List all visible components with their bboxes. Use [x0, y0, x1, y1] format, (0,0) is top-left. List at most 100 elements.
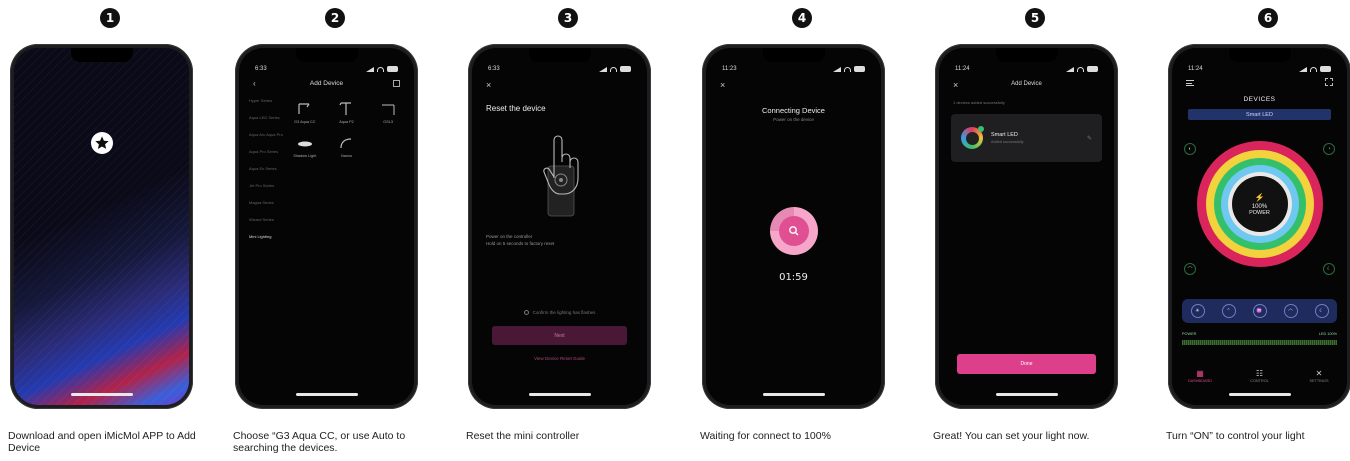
device-card[interactable]: Smart LED Added successfully ✎	[951, 114, 1102, 162]
nav-settings[interactable]: ✕ SETTINGS	[1301, 369, 1337, 383]
battery-icon	[1087, 66, 1098, 72]
done-button[interactable]: Done	[957, 354, 1096, 374]
scan-icon[interactable]	[393, 80, 400, 87]
phone-frame: 11:24 × Add Device 1 devices added succe…	[935, 44, 1118, 409]
coral-mode-icon[interactable]: ♒	[1252, 304, 1267, 318]
radio-circle-icon[interactable]	[523, 310, 529, 315]
signal-icon	[833, 66, 841, 72]
wifi-icon	[1077, 66, 1084, 72]
sun-mode-icon[interactable]: ☀	[1190, 304, 1205, 318]
caption-text: Great! You can set your light now.	[933, 430, 1090, 442]
device-selector[interactable]: Smart LED	[1188, 109, 1331, 120]
dashboard-screen: 11:24 DEVICES Smart LED ◐ ◔ ⌒ ☾ ⚡ 100% P…	[1172, 48, 1347, 405]
mode-selector: ☀ ⌃ ♒ ◠ ☾	[1182, 299, 1337, 323]
reset-guide-link[interactable]: View Device Reset Guide	[472, 356, 647, 361]
close-icon[interactable]: ×	[486, 80, 491, 90]
next-button[interactable]: Next	[492, 326, 627, 345]
step-number: 1	[100, 8, 120, 28]
light-icon	[297, 141, 312, 147]
category-item[interactable]: Aqua Arc Aqua Pro	[249, 132, 283, 137]
page-title: Connecting Device	[762, 106, 825, 115]
step-number: 5	[1025, 8, 1045, 28]
splash-screen	[14, 48, 189, 405]
lamp-icon	[339, 102, 352, 115]
category-item[interactable]: Aqua Pro Series	[249, 149, 283, 154]
hamburger-menu-icon[interactable]	[1186, 80, 1194, 86]
channel-icon[interactable]: ◐	[1184, 143, 1196, 155]
category-item[interactable]: Wizard Series	[249, 217, 283, 222]
signal-icon	[1066, 66, 1074, 72]
category-item-active[interactable]: Mini Lighting	[249, 234, 283, 239]
product-label: G3 Aqua CC	[294, 120, 316, 124]
step-5: 5 11:24 × Add Device 1 devices added suc…	[930, 0, 1140, 461]
device-status: Added successfully	[991, 140, 1024, 144]
product-label: Shadow Light	[293, 154, 317, 158]
product-item[interactable]: Aqua P2	[329, 100, 365, 124]
notch	[295, 48, 358, 62]
nav-dashboard[interactable]: ▦ DASHBOARD	[1182, 369, 1218, 383]
category-item[interactable]: Hyper Series	[249, 98, 283, 103]
scan-icon[interactable]	[1325, 78, 1333, 86]
category-item[interactable]: Aqua LED Series	[249, 115, 283, 120]
home-indicator	[1228, 393, 1291, 396]
category-item[interactable]: Jet Pro Series	[249, 183, 283, 188]
product-item[interactable]: Shadow Light	[287, 134, 323, 158]
step-number: 2	[325, 8, 345, 28]
product-item[interactable]: Nanos	[329, 134, 365, 158]
status-time: 6:33	[255, 66, 267, 72]
battery-icon	[620, 66, 631, 72]
step-number: 4	[792, 8, 812, 28]
moon-icon[interactable]: ☾	[1323, 263, 1335, 275]
phone-frame: 11:24 DEVICES Smart LED ◐ ◔ ⌒ ☾ ⚡ 100% P…	[1168, 44, 1350, 409]
power-label: POWER	[1249, 209, 1270, 216]
wifi-icon	[1310, 66, 1317, 72]
page-title: Add Device	[309, 80, 344, 87]
countdown-timer: 01:59	[779, 272, 808, 283]
product-item[interactable]: G3 Aqua CC	[287, 100, 323, 124]
step-4: 4 11:23 × Connecting Device Power on the…	[697, 0, 907, 461]
close-icon[interactable]: ×	[720, 80, 725, 90]
power-bar-value: LED 100%	[1318, 332, 1337, 336]
step-caption: Download and open iMicMol APP to Add Dev…	[8, 430, 196, 454]
wifi-mode-icon[interactable]: ◔	[1323, 143, 1335, 155]
device-name: Smart LED	[991, 132, 1018, 138]
app-logo-star-icon[interactable]	[90, 132, 113, 154]
connecting-screen: 11:23 × Connecting Device Power on the d…	[706, 48, 881, 405]
step-6: 6 11:24 DEVICES Smart LED ◐ ◔ ⌒ ☾ ⚡ 100%	[1163, 0, 1350, 461]
step-caption: Great! You can set your light now.	[933, 430, 1143, 442]
category-item[interactable]: Aqua Ex Series	[249, 166, 283, 171]
home-indicator	[295, 393, 358, 396]
moon-mode-icon[interactable]: ☾	[1314, 304, 1329, 318]
category-item[interactable]: Magna Series	[249, 200, 283, 205]
step-caption: Turn “ON” to control your light	[1166, 430, 1305, 442]
power-readout: POWER LED 100%	[1182, 332, 1337, 336]
confirm-label: Confirm the lighting has flashes	[532, 310, 596, 315]
hand-press-button-icon	[532, 128, 592, 223]
wifi-mode-icon[interactable]: ◠	[1283, 304, 1298, 318]
sunrise-mode-icon[interactable]: ⌃	[1221, 304, 1236, 318]
bottom-nav: ▦ DASHBOARD ☷ CONTROL ✕ SETTINGS	[1182, 369, 1337, 383]
page-subtitle: Power on the device	[773, 117, 814, 122]
power-level-bar[interactable]	[1182, 340, 1337, 345]
status-bar: 11:24	[1188, 64, 1331, 74]
power-center[interactable]: ⚡ 100% POWER	[1231, 176, 1288, 232]
product-item[interactable]: GSL3	[370, 100, 406, 124]
nav-control[interactable]: ☷ CONTROL	[1242, 369, 1278, 383]
device-added-screen: 11:24 × Add Device 1 devices added succe…	[939, 48, 1114, 405]
confirm-checkbox[interactable]: Confirm the lighting has flashes	[472, 310, 647, 315]
category-list: Hyper Series Aqua LED Series Aqua Arc Aq…	[249, 98, 283, 251]
step-number: 6	[1258, 8, 1278, 28]
lightning-icon: ⚡	[1254, 192, 1265, 202]
nav-label: CONTROL	[1250, 379, 1269, 383]
instruction-line: Hold on 5 seconds to factory reset	[486, 241, 555, 246]
sunrise-icon[interactable]: ⌒	[1184, 263, 1196, 275]
connecting-progress-ring	[769, 207, 818, 255]
page-title: DEVICES	[1243, 96, 1276, 103]
battery-icon	[854, 66, 865, 72]
page-title: Add Device	[1011, 81, 1042, 87]
product-grid: G3 Aqua CC Aqua P2 GSL3 Shadow Light Nan…	[287, 100, 406, 158]
tools-icon: ✕	[1315, 369, 1323, 378]
power-bar-label: POWER	[1182, 332, 1197, 336]
power-ring[interactable]: ⚡ 100% POWER	[1196, 141, 1323, 267]
edit-pencil-icon[interactable]: ✎	[1087, 135, 1092, 142]
